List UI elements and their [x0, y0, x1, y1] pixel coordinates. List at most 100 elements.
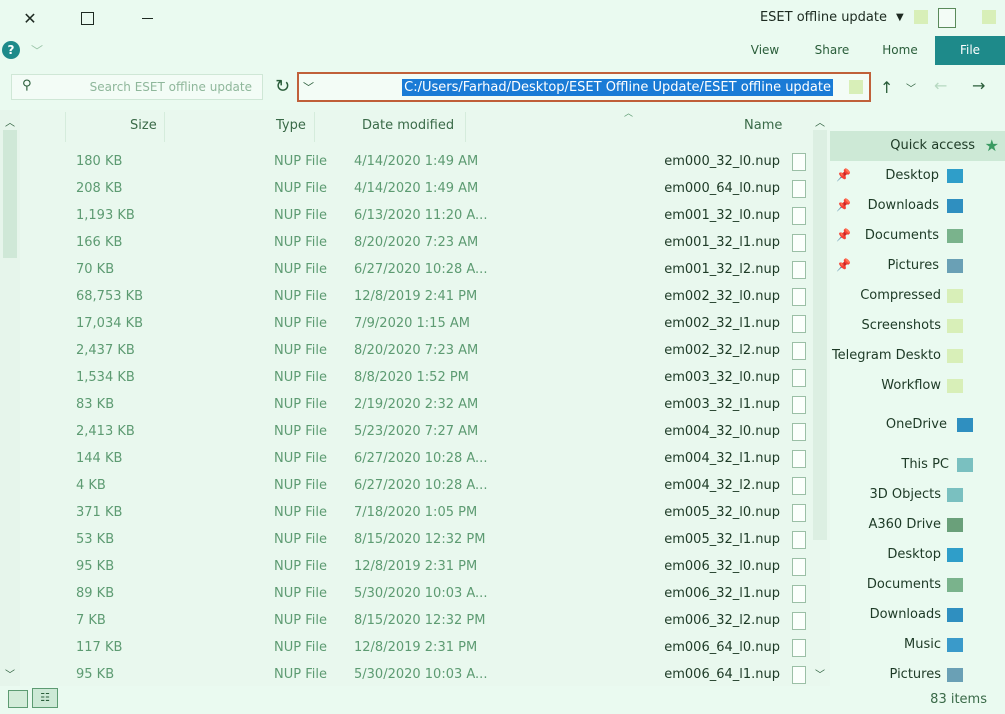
nav-item-this-pc[interactable]: This PC — [830, 450, 1005, 480]
file-size: 83 KB — [76, 397, 115, 412]
up-icon[interactable]: ↑ — [880, 78, 893, 97]
search-icon: ⚲ — [22, 78, 32, 93]
file-date: 8/20/2020 7:23 AM — [354, 235, 479, 250]
nav-item-folder[interactable]: Screenshots — [830, 311, 1005, 341]
close-button[interactable]: ✕ — [7, 0, 53, 36]
table-row[interactable]: 1,193 KB NUP File 6/13/2020 11:20 A... em00… — [22, 203, 830, 230]
table-row[interactable]: 208 KB NUP File 4/14/2020 1:49 AM em000_64_… — [22, 176, 830, 203]
nav-item-pc-0[interactable]: 3D Objects — [830, 480, 1005, 510]
scroll-thumb-content[interactable] — [813, 130, 827, 540]
file-date: 5/30/2020 10:03 A... — [354, 586, 488, 601]
file-type: NUP File — [274, 424, 327, 439]
address-path[interactable]: C:/Users/Farhad/Desktop/ESET Offline Upd… — [402, 79, 833, 96]
refresh-icon[interactable]: ↻ — [275, 76, 290, 97]
tab-view[interactable]: View — [740, 36, 790, 65]
table-row[interactable]: 4 KB NUP File 6/27/2020 10:28 A... em004_32… — [22, 473, 830, 500]
column-name[interactable]: Name — [744, 118, 782, 133]
table-row[interactable]: 2,437 KB NUP File 8/20/2020 7:23 AM em002_3… — [22, 338, 830, 365]
properties-icon[interactable] — [938, 8, 956, 28]
folder-icon — [947, 379, 963, 393]
scroll-down-icon[interactable]: ﹀ — [815, 666, 825, 681]
tab-share[interactable]: Share — [806, 36, 858, 65]
nav-item-desktop[interactable]: Desktop 📌 — [830, 161, 1005, 191]
column-separator[interactable] — [465, 112, 466, 142]
tab-home[interactable]: Home — [872, 36, 928, 65]
column-separator[interactable] — [65, 112, 66, 142]
minimize-button[interactable] — [124, 0, 170, 36]
nav-item-downloads[interactable]: Downloads 📌 — [830, 191, 1005, 221]
nav-item-pictures[interactable]: Pictures 📌 — [830, 251, 1005, 281]
nav-item-folder[interactable]: Compressed — [830, 281, 1005, 311]
table-row[interactable]: 117 KB NUP File 12/8/2019 2:31 PM em006_64_… — [22, 635, 830, 662]
table-row[interactable]: 95 KB NUP File 12/8/2019 2:31 PM em006_32_l… — [22, 554, 830, 581]
address-dropdown-icon[interactable]: ﹀ — [303, 79, 314, 95]
table-row[interactable]: 144 KB NUP File 6/27/2020 10:28 A... em004_… — [22, 446, 830, 473]
tab-file[interactable]: File — [935, 36, 1005, 65]
nav-item-documents[interactable]: Documents 📌 — [830, 221, 1005, 251]
file-size: 17,034 KB — [76, 316, 144, 331]
table-row[interactable]: 2,413 KB NUP File 5/23/2020 7:27 AM em004_3… — [22, 419, 830, 446]
column-separator[interactable] — [314, 112, 315, 142]
table-row[interactable]: 166 KB NUP File 8/20/2020 7:23 AM em001_32_… — [22, 230, 830, 257]
scroll-down-icon[interactable]: ﹀ — [5, 666, 15, 681]
file-type: NUP File — [274, 586, 327, 601]
maximize-button[interactable] — [64, 0, 110, 36]
nav-label: Downloads — [867, 198, 939, 213]
column-separator[interactable] — [164, 112, 165, 142]
file-icon — [792, 261, 806, 279]
nav-label: Screenshots — [861, 318, 941, 333]
scroll-up-icon[interactable]: ︿ — [5, 114, 15, 129]
address-bar[interactable]: C:/Users/Farhad/Desktop/ESET Offline Upd… — [297, 72, 871, 102]
file-name: em003_32_l0.nup — [664, 370, 780, 385]
nav-item-onedrive[interactable]: OneDrive — [830, 410, 1005, 440]
file-type: NUP File — [274, 208, 327, 223]
file-icon — [792, 288, 806, 306]
table-row[interactable]: 83 KB NUP File 2/19/2020 2:32 AM em003_32_l… — [22, 392, 830, 419]
nav-item-folder[interactable]: Workflow — [830, 371, 1005, 401]
table-row[interactable]: 7 KB NUP File 8/15/2020 12:32 PM em006_32_l… — [22, 608, 830, 635]
nav-item-pc-4[interactable]: Downloads — [830, 600, 1005, 630]
nav-item-pc-3[interactable]: Documents — [830, 570, 1005, 600]
table-row[interactable]: 53 KB NUP File 8/15/2020 12:32 PM em005_32_… — [22, 527, 830, 554]
table-row[interactable]: 95 KB NUP File 5/30/2020 10:03 A... em006_6… — [22, 662, 830, 689]
scroll-thumb-left[interactable] — [3, 130, 17, 258]
column-type[interactable]: Type — [276, 118, 306, 133]
scroll-up-icon[interactable]: ︿ — [815, 114, 825, 129]
file-name: em006_32_l1.nup — [664, 586, 780, 601]
help-icon[interactable]: ? — [2, 41, 20, 59]
nav-item-pc-5[interactable]: Music — [830, 630, 1005, 660]
nav-item-pc-2[interactable]: Desktop — [830, 540, 1005, 570]
table-row[interactable]: 68,753 KB NUP File 12/8/2019 2:41 PM em002_… — [22, 284, 830, 311]
file-icon — [792, 450, 806, 468]
file-type: NUP File — [274, 505, 327, 520]
file-icon — [792, 207, 806, 225]
table-row[interactable]: 70 KB NUP File 6/27/2020 10:28 A... em001_3… — [22, 257, 830, 284]
column-size[interactable]: Size — [130, 118, 157, 133]
back-icon[interactable]: → — [972, 76, 985, 95]
column-date-modified[interactable]: Date modified — [362, 118, 454, 133]
file-type: NUP File — [274, 451, 327, 466]
nav-label: Workflow — [881, 378, 941, 393]
search-input[interactable]: Search ESET offline update ⚲ — [11, 74, 263, 100]
address-folder-icon — [849, 80, 863, 94]
table-row[interactable]: 89 KB NUP File 5/30/2020 10:03 A... em006_3… — [22, 581, 830, 608]
details-view-icon[interactable]: ☷ — [32, 688, 58, 708]
table-row[interactable]: 17,034 KB NUP File 7/9/2020 1:15 AM em002_3… — [22, 311, 830, 338]
file-icon — [792, 315, 806, 333]
table-row[interactable]: 180 KB NUP File 4/14/2020 1:49 AM em000_32_… — [22, 149, 830, 176]
file-name: em000_64_l0.nup — [664, 181, 780, 196]
table-row[interactable]: 1,534 KB NUP File 8/8/2020 1:52 PM em003_32… — [22, 365, 830, 392]
expand-ribbon-icon[interactable]: ﹀ — [31, 42, 43, 59]
forward-icon[interactable]: ← — [934, 76, 947, 95]
large-icons-view-icon[interactable] — [8, 690, 28, 708]
nav-quick-access[interactable]: Quick access ★ — [830, 131, 1005, 161]
nav-label: OneDrive — [885, 417, 947, 432]
nav-item-pc-1[interactable]: A360 Drive — [830, 510, 1005, 540]
quick-access-dropdown-icon[interactable]: ▼ — [896, 12, 904, 23]
table-row[interactable]: 371 KB NUP File 7/18/2020 1:05 PM em005_32_… — [22, 500, 830, 527]
recent-locations-icon[interactable]: ﹀ — [906, 80, 916, 95]
file-name: em005_32_l1.nup — [664, 532, 780, 547]
sort-indicator-icon: ︿ — [624, 109, 634, 119]
file-icon — [792, 585, 806, 603]
nav-item-folder[interactable]: Telegram Deskto — [830, 341, 1005, 371]
